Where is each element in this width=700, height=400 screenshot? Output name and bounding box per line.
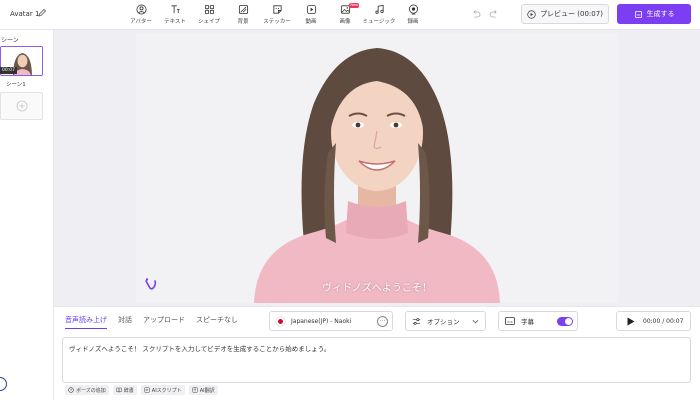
- tool-sticker[interactable]: ステッカー: [260, 3, 294, 27]
- tool-label: ミュージック: [362, 19, 396, 25]
- sliders-icon: [412, 317, 421, 325]
- tool-label: 動画: [305, 19, 317, 25]
- sticker-icon: [272, 5, 282, 14]
- ai-script-icon: [144, 387, 150, 393]
- subtitle-toggle[interactable]: [557, 317, 573, 326]
- translate-icon: [192, 387, 198, 393]
- subtitle-icon: [505, 317, 515, 325]
- undo-icon[interactable]: [471, 9, 481, 19]
- tool-label: アバター: [130, 19, 152, 25]
- book-icon: [116, 387, 122, 393]
- tab-upload[interactable]: アップロード: [143, 315, 185, 329]
- tool-label: 画像: [339, 19, 351, 25]
- scene-duration: 00:07: [0, 67, 17, 74]
- tool-label: シェイプ: [197, 19, 220, 25]
- video-icon: [306, 4, 316, 15]
- ai-script-button[interactable]: AIスクリプト: [140, 385, 185, 395]
- background-icon: [238, 4, 248, 15]
- scenes-panel: シーン 00:07 シーン1: [0, 30, 54, 400]
- script-tools: ポーズの追加 辞書 AIスクリプト AI翻訳: [65, 385, 218, 395]
- script-textarea[interactable]: ヴィドノズへようこそ！ スクリプトを入力してビデオを生成することから始めましょう…: [62, 337, 691, 383]
- tool-label: ステッカー: [263, 19, 291, 25]
- avatar-image: [136, 33, 618, 303]
- tool-video[interactable]: 動画: [294, 3, 328, 27]
- video-canvas[interactable]: ヴィドノズへようこそ！: [136, 33, 618, 303]
- voice-selector[interactable]: Japanese(JP) - Naoki ···: [269, 311, 393, 331]
- preview-button[interactable]: プレビュー (00:07): [521, 4, 609, 24]
- chip-label: AIスクリプト: [151, 387, 182, 394]
- time-readout: 00:00 / 00:07: [643, 317, 684, 325]
- workspace: ヴィドノズへようこそ！: [54, 30, 700, 334]
- ai-translate-button[interactable]: AI翻訳: [188, 385, 218, 395]
- script-panel: 音声読み上げ 対話 アップロード スピーチなし Japanese(JP) - N…: [54, 306, 700, 400]
- tool-label: テキスト: [164, 19, 186, 25]
- new-badge: New: [349, 3, 359, 8]
- chip-label: AI翻訳: [199, 387, 215, 394]
- preview-label: プレビュー (00:07): [540, 10, 603, 18]
- tab-no-speech[interactable]: スピーチなし: [196, 315, 238, 329]
- tool-avatar[interactable]: アバター: [124, 3, 158, 27]
- add-scene-button[interactable]: [0, 92, 43, 120]
- japan-flag-icon: [276, 316, 285, 326]
- tool-background[interactable]: 背景: [226, 3, 260, 27]
- scenes-title: シーン: [1, 37, 19, 44]
- script-tabs: 音声読み上げ 対話 アップロード スピーチなし: [65, 315, 238, 329]
- chip-label: 辞書: [123, 387, 134, 394]
- generate-label: 生成する: [646, 10, 675, 18]
- tab-dialogue[interactable]: 対話: [118, 315, 132, 329]
- export-icon: [634, 10, 642, 18]
- pencil-icon[interactable]: [37, 8, 47, 18]
- tool-record[interactable]: 録画: [396, 3, 430, 27]
- music-icon: [374, 4, 384, 14]
- tab-text-to-speech[interactable]: 音声読み上げ: [65, 315, 107, 329]
- subtitle-caption: ヴィドノズへようこそ！: [322, 283, 432, 294]
- vidnoz-logo-icon: [145, 278, 157, 290]
- options-dropdown[interactable]: オプション: [405, 311, 486, 331]
- dictionary-button[interactable]: 辞書: [112, 385, 137, 395]
- help-circle-icon[interactable]: [0, 377, 7, 391]
- options-label: オプション: [427, 318, 460, 326]
- record-icon: [408, 4, 418, 15]
- clock-icon: [68, 387, 74, 393]
- insert-tools: アバター テキスト シェイプ 背景 ステッカー 動画 New 画像 ミュージック…: [124, 3, 430, 27]
- subtitle-label: 字幕: [521, 318, 534, 326]
- tool-label: 背景: [237, 19, 249, 25]
- plus-circle-icon: [16, 100, 27, 112]
- tool-music[interactable]: ミュージック: [362, 3, 396, 27]
- add-pause-button[interactable]: ポーズの追加: [65, 385, 109, 395]
- text-icon: [170, 5, 180, 14]
- tool-shape[interactable]: シェイプ: [192, 3, 226, 27]
- top-toolbar: Avatar 1 アバター テキスト シェイプ 背景 ステッカー 動画 New …: [0, 0, 700, 30]
- redo-icon[interactable]: [489, 9, 499, 19]
- play-circle-icon: [527, 9, 536, 19]
- tool-image[interactable]: New 画像: [328, 3, 362, 27]
- tool-label: 録画: [407, 19, 419, 25]
- tool-text[interactable]: テキスト: [158, 3, 192, 27]
- subtitle-setting: 字幕: [498, 311, 578, 331]
- play-icon: [627, 317, 635, 325]
- project-title[interactable]: Avatar 1: [10, 10, 39, 18]
- generate-button[interactable]: 生成する: [617, 4, 691, 24]
- more-icon[interactable]: ···: [377, 316, 388, 327]
- chevron-down-icon: [472, 319, 479, 324]
- scene-label: シーン1: [6, 82, 26, 88]
- chip-label: ポーズの追加: [76, 387, 106, 394]
- voice-label: Japanese(JP) - Naoki: [291, 317, 352, 325]
- shape-icon: [204, 4, 214, 15]
- play-audio-button[interactable]: 00:00 / 00:07: [616, 311, 691, 331]
- avatar-icon: [136, 4, 146, 15]
